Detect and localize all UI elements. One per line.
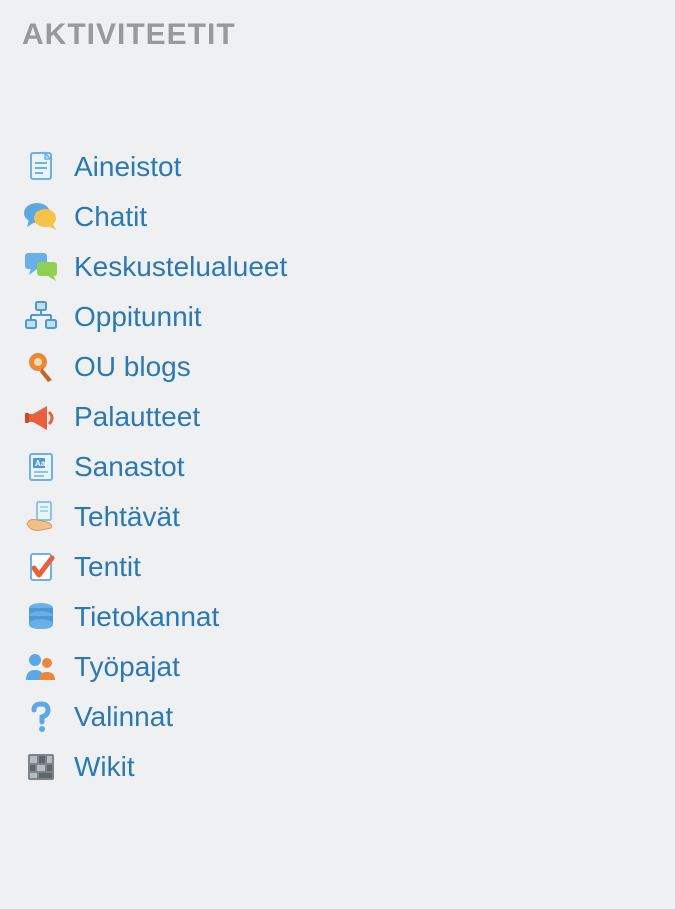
activity-item-valinnat[interactable]: Valinnat: [22, 692, 653, 742]
svg-text:Aa: Aa: [35, 459, 46, 468]
activity-label: Aineistot: [74, 153, 181, 181]
activity-item-oppitunnit[interactable]: Oppitunnit: [22, 292, 653, 342]
activity-item-wikit[interactable]: Wikit: [22, 742, 653, 792]
activity-label: Tehtävät: [74, 503, 180, 531]
activity-label: Oppitunnit: [74, 303, 202, 331]
lesson-flowchart-icon: [22, 298, 60, 336]
activity-label: Wikit: [74, 753, 135, 781]
activity-label: Palautteet: [74, 403, 200, 431]
activity-item-aineistot[interactable]: Aineistot: [22, 142, 653, 192]
activity-item-tehtavat[interactable]: Tehtävät: [22, 492, 653, 542]
activity-list: Aineistot Chatit Keskustelualueet: [22, 142, 653, 792]
chat-bubble-icon: [22, 198, 60, 236]
quiz-checkmark-icon: [22, 548, 60, 586]
activity-item-tyopajat[interactable]: Työpajat: [22, 642, 653, 692]
activity-label: Chatit: [74, 203, 147, 231]
activity-label: Keskustelualueet: [74, 253, 287, 281]
wiki-grid-icon: [22, 748, 60, 786]
activity-item-palautteet[interactable]: Palautteet: [22, 392, 653, 442]
activity-label: Valinnat: [74, 703, 173, 731]
activity-label: Sanastot: [74, 453, 185, 481]
assignment-hand-icon: [22, 498, 60, 536]
feedback-megaphone-icon: [22, 398, 60, 436]
database-icon: [22, 598, 60, 636]
activity-item-tentit[interactable]: Tentit: [22, 542, 653, 592]
workshop-people-icon: [22, 648, 60, 686]
activity-item-oublogs[interactable]: OU blogs: [22, 342, 653, 392]
activity-label: Tietokannat: [74, 603, 219, 631]
activity-label: OU blogs: [74, 353, 191, 381]
activity-item-sanastot[interactable]: Aa Sanastot: [22, 442, 653, 492]
activity-item-tietokannat[interactable]: Tietokannat: [22, 592, 653, 642]
choice-question-icon: [22, 698, 60, 736]
activity-item-keskustelualueet[interactable]: Keskustelualueet: [22, 242, 653, 292]
resource-document-icon: [22, 148, 60, 186]
glossary-icon: Aa: [22, 448, 60, 486]
activity-label: Tentit: [74, 553, 141, 581]
activity-label: Työpajat: [74, 653, 180, 681]
forum-icon: [22, 248, 60, 286]
block-title: AKTIVITEETIT: [22, 18, 653, 52]
blog-pin-icon: [22, 348, 60, 386]
activity-item-chatit[interactable]: Chatit: [22, 192, 653, 242]
